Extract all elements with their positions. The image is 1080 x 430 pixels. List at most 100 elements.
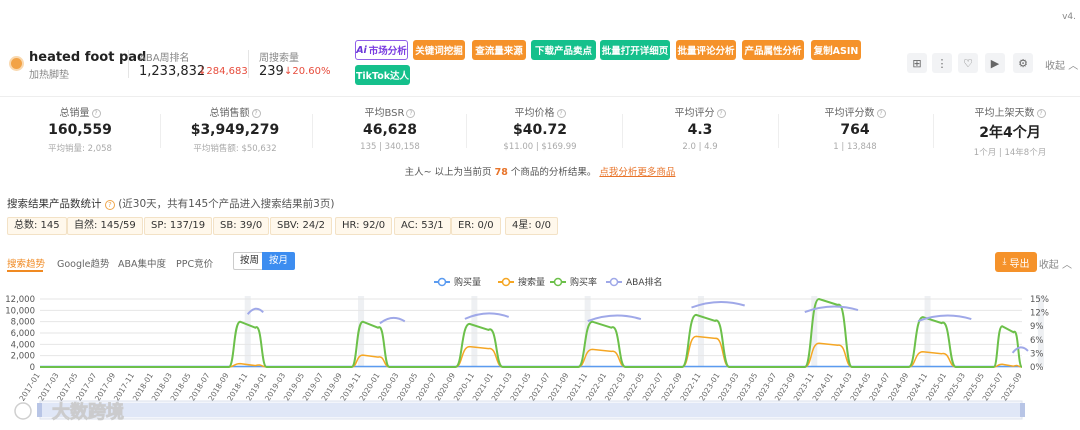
help-icon[interactable]: ? bbox=[556, 109, 566, 118]
more-vertical-icon[interactable]: ⋮ bbox=[932, 53, 952, 73]
series-search-line bbox=[40, 335, 1023, 368]
chevron-up-icon: ︿ bbox=[1062, 260, 1072, 271]
series-aba-segment bbox=[1011, 346, 1029, 354]
legend-label: 搜索量 bbox=[518, 276, 545, 288]
aba-rank-delta: ↓284,683 bbox=[198, 66, 248, 77]
market-analysis-button[interactable]: Ai 市场分析 bbox=[355, 40, 408, 60]
stat-sub: 135 | 340,158 bbox=[360, 142, 420, 152]
help-icon[interactable]: ? bbox=[251, 109, 261, 118]
stat-label: 平均价格 bbox=[514, 108, 555, 119]
stat-label: 平均BSR bbox=[364, 108, 405, 119]
divider bbox=[466, 114, 467, 148]
y-right-tick: 15% bbox=[1030, 295, 1049, 305]
stat-avg-price: 平均价格? $40.72 $11.00 | $169.99 bbox=[490, 104, 590, 152]
stat-value: $3,949,279 bbox=[190, 122, 280, 138]
chip-ac: AC: 53/1 bbox=[394, 217, 451, 235]
tab-google-trend[interactable]: Google趋势 bbox=[57, 256, 110, 270]
y-left-tick: 8,000 bbox=[11, 318, 35, 328]
stat-sub: 平均销售额: $50,632 bbox=[193, 144, 277, 154]
stat-value: 4.3 bbox=[687, 122, 713, 138]
by-month-toggle[interactable]: 按月 bbox=[262, 252, 296, 270]
help-icon[interactable]: ? bbox=[91, 109, 101, 118]
divider bbox=[622, 114, 623, 148]
collapse-chart-button[interactable]: 收起 ︿ bbox=[1039, 256, 1072, 271]
chip-total: 总数: 145 bbox=[7, 217, 67, 235]
y-right-tick: 12% bbox=[1030, 309, 1049, 319]
search-trend-chart: 购买量 搜索量 购买率 ABA排名 12,00010,000 8,0006,0004,00… bbox=[5, 276, 1049, 423]
stat-sub: $11.00 | $169.99 bbox=[503, 142, 577, 152]
market-analysis-label: 市场分析 bbox=[368, 46, 407, 57]
tab-search-trend[interactable]: 搜索趋势 bbox=[7, 256, 45, 270]
stat-sub: 2.0 | 4.9 bbox=[682, 142, 718, 152]
y-left-tick: 10,000 bbox=[5, 306, 35, 316]
analyze-more-link[interactable]: 点我分析更多商品 bbox=[599, 167, 675, 178]
y-right-tick: 9% bbox=[1030, 322, 1044, 332]
season-band bbox=[471, 296, 478, 367]
stat-value: 46,628 bbox=[362, 122, 418, 138]
help-icon[interactable]: ? bbox=[1036, 109, 1046, 118]
stat-total-sales: 总销量? 160,559 平均销量: 2,058 bbox=[30, 104, 130, 154]
divider bbox=[160, 114, 161, 148]
divider bbox=[933, 114, 934, 148]
chip-er: ER: 0/0 bbox=[451, 217, 501, 235]
traffic-source-button[interactable]: 查流量来源 bbox=[472, 40, 526, 60]
batch-review-analysis-button[interactable]: 批量评论分析 bbox=[676, 40, 736, 60]
help-icon[interactable]: ? bbox=[716, 109, 726, 118]
watermark-text: 大数跨境 bbox=[52, 401, 124, 423]
chip-hr: HR: 92/0 bbox=[335, 217, 393, 235]
aba-rank-value: 1,233,832 bbox=[139, 64, 206, 79]
series-aba-segment bbox=[587, 314, 642, 323]
help-icon[interactable]: ? bbox=[406, 109, 416, 118]
y-left-tick: 12,000 bbox=[5, 295, 35, 305]
series-aba-segment bbox=[379, 316, 406, 325]
keyword-mining-button[interactable]: 关键词挖掘 bbox=[413, 40, 465, 60]
divider bbox=[128, 50, 129, 78]
video-icon[interactable]: ▶ bbox=[985, 53, 1005, 73]
section-divider bbox=[0, 96, 1080, 97]
collapse-label: 收起 bbox=[1045, 61, 1065, 72]
attribute-analysis-button[interactable]: 产品属性分析 bbox=[742, 40, 804, 60]
tab-ppc-bid[interactable]: PPC竞价 bbox=[176, 256, 213, 270]
legend-marker bbox=[553, 277, 563, 287]
search-stats-desc: (近30天，共有145个产品进入搜索结果前3页) bbox=[118, 198, 335, 210]
stat-value: 2年4个月 bbox=[979, 125, 1041, 141]
export-button[interactable]: ⤓ 导出 bbox=[995, 252, 1037, 272]
search-stats-heading: 搜索结果产品数统计 bbox=[7, 198, 102, 210]
stat-value: $40.72 bbox=[512, 122, 568, 138]
y-left-tick: 4,000 bbox=[11, 340, 35, 350]
y-left-tick: 6,000 bbox=[11, 329, 35, 339]
watermark-logo-icon bbox=[14, 402, 32, 420]
note-suffix: 个商品的分析结果。 bbox=[510, 167, 597, 178]
download-selling-points-button[interactable]: 下载产品卖点 bbox=[531, 40, 596, 60]
analysis-note: 主人~ 以上为当前页 78 个商品的分析结果。 点我分析更多商品 bbox=[0, 164, 1080, 178]
stat-sub: 1个月 | 14年8个月 bbox=[973, 148, 1047, 158]
search-volume-delta: ↓20.60% bbox=[284, 66, 331, 77]
tiktok-influencer-button[interactable]: TikTok达人 bbox=[355, 65, 410, 85]
stat-label: 平均评分 bbox=[674, 108, 715, 119]
settings-icon[interactable]: ⚙ bbox=[1013, 53, 1033, 73]
tab-aba-concentration[interactable]: ABA集中度 bbox=[118, 256, 166, 270]
stat-label: 总销量 bbox=[59, 108, 90, 119]
batch-open-detail-button[interactable]: 批量打开详细页 bbox=[600, 40, 670, 60]
zoom-handle-right bbox=[1020, 403, 1025, 417]
legend-label: ABA排名 bbox=[626, 276, 663, 288]
stat-label: 平均评分数 bbox=[824, 108, 875, 119]
zoom-slider-window bbox=[40, 403, 1022, 417]
search-volume-label: 周搜索量 bbox=[259, 53, 299, 64]
divider bbox=[312, 114, 313, 148]
keyword-translation: 加热脚垫 bbox=[29, 70, 69, 81]
collapse-header-button[interactable]: 收起 ︿ bbox=[1045, 57, 1078, 72]
note-count: 78 bbox=[494, 167, 508, 178]
heart-icon[interactable]: ♡ bbox=[958, 53, 978, 73]
grid-icon[interactable]: ⊞ bbox=[907, 53, 927, 73]
legend-label: 购买率 bbox=[570, 276, 597, 288]
divider bbox=[778, 114, 779, 148]
help-icon[interactable]: ? bbox=[876, 109, 886, 118]
product-logo-icon bbox=[9, 56, 24, 71]
help-icon[interactable]: ? bbox=[104, 200, 115, 210]
stat-label: 总销售额 bbox=[209, 108, 250, 119]
chevron-up-icon: ︿ bbox=[1068, 61, 1079, 72]
stat-label: 平均上架天数 bbox=[974, 108, 1035, 119]
copy-asin-button[interactable]: 复制ASIN bbox=[811, 40, 861, 60]
stat-avg-listing-age: 平均上架天数? 2年4个月 1个月 | 14年8个月 bbox=[960, 104, 1060, 158]
